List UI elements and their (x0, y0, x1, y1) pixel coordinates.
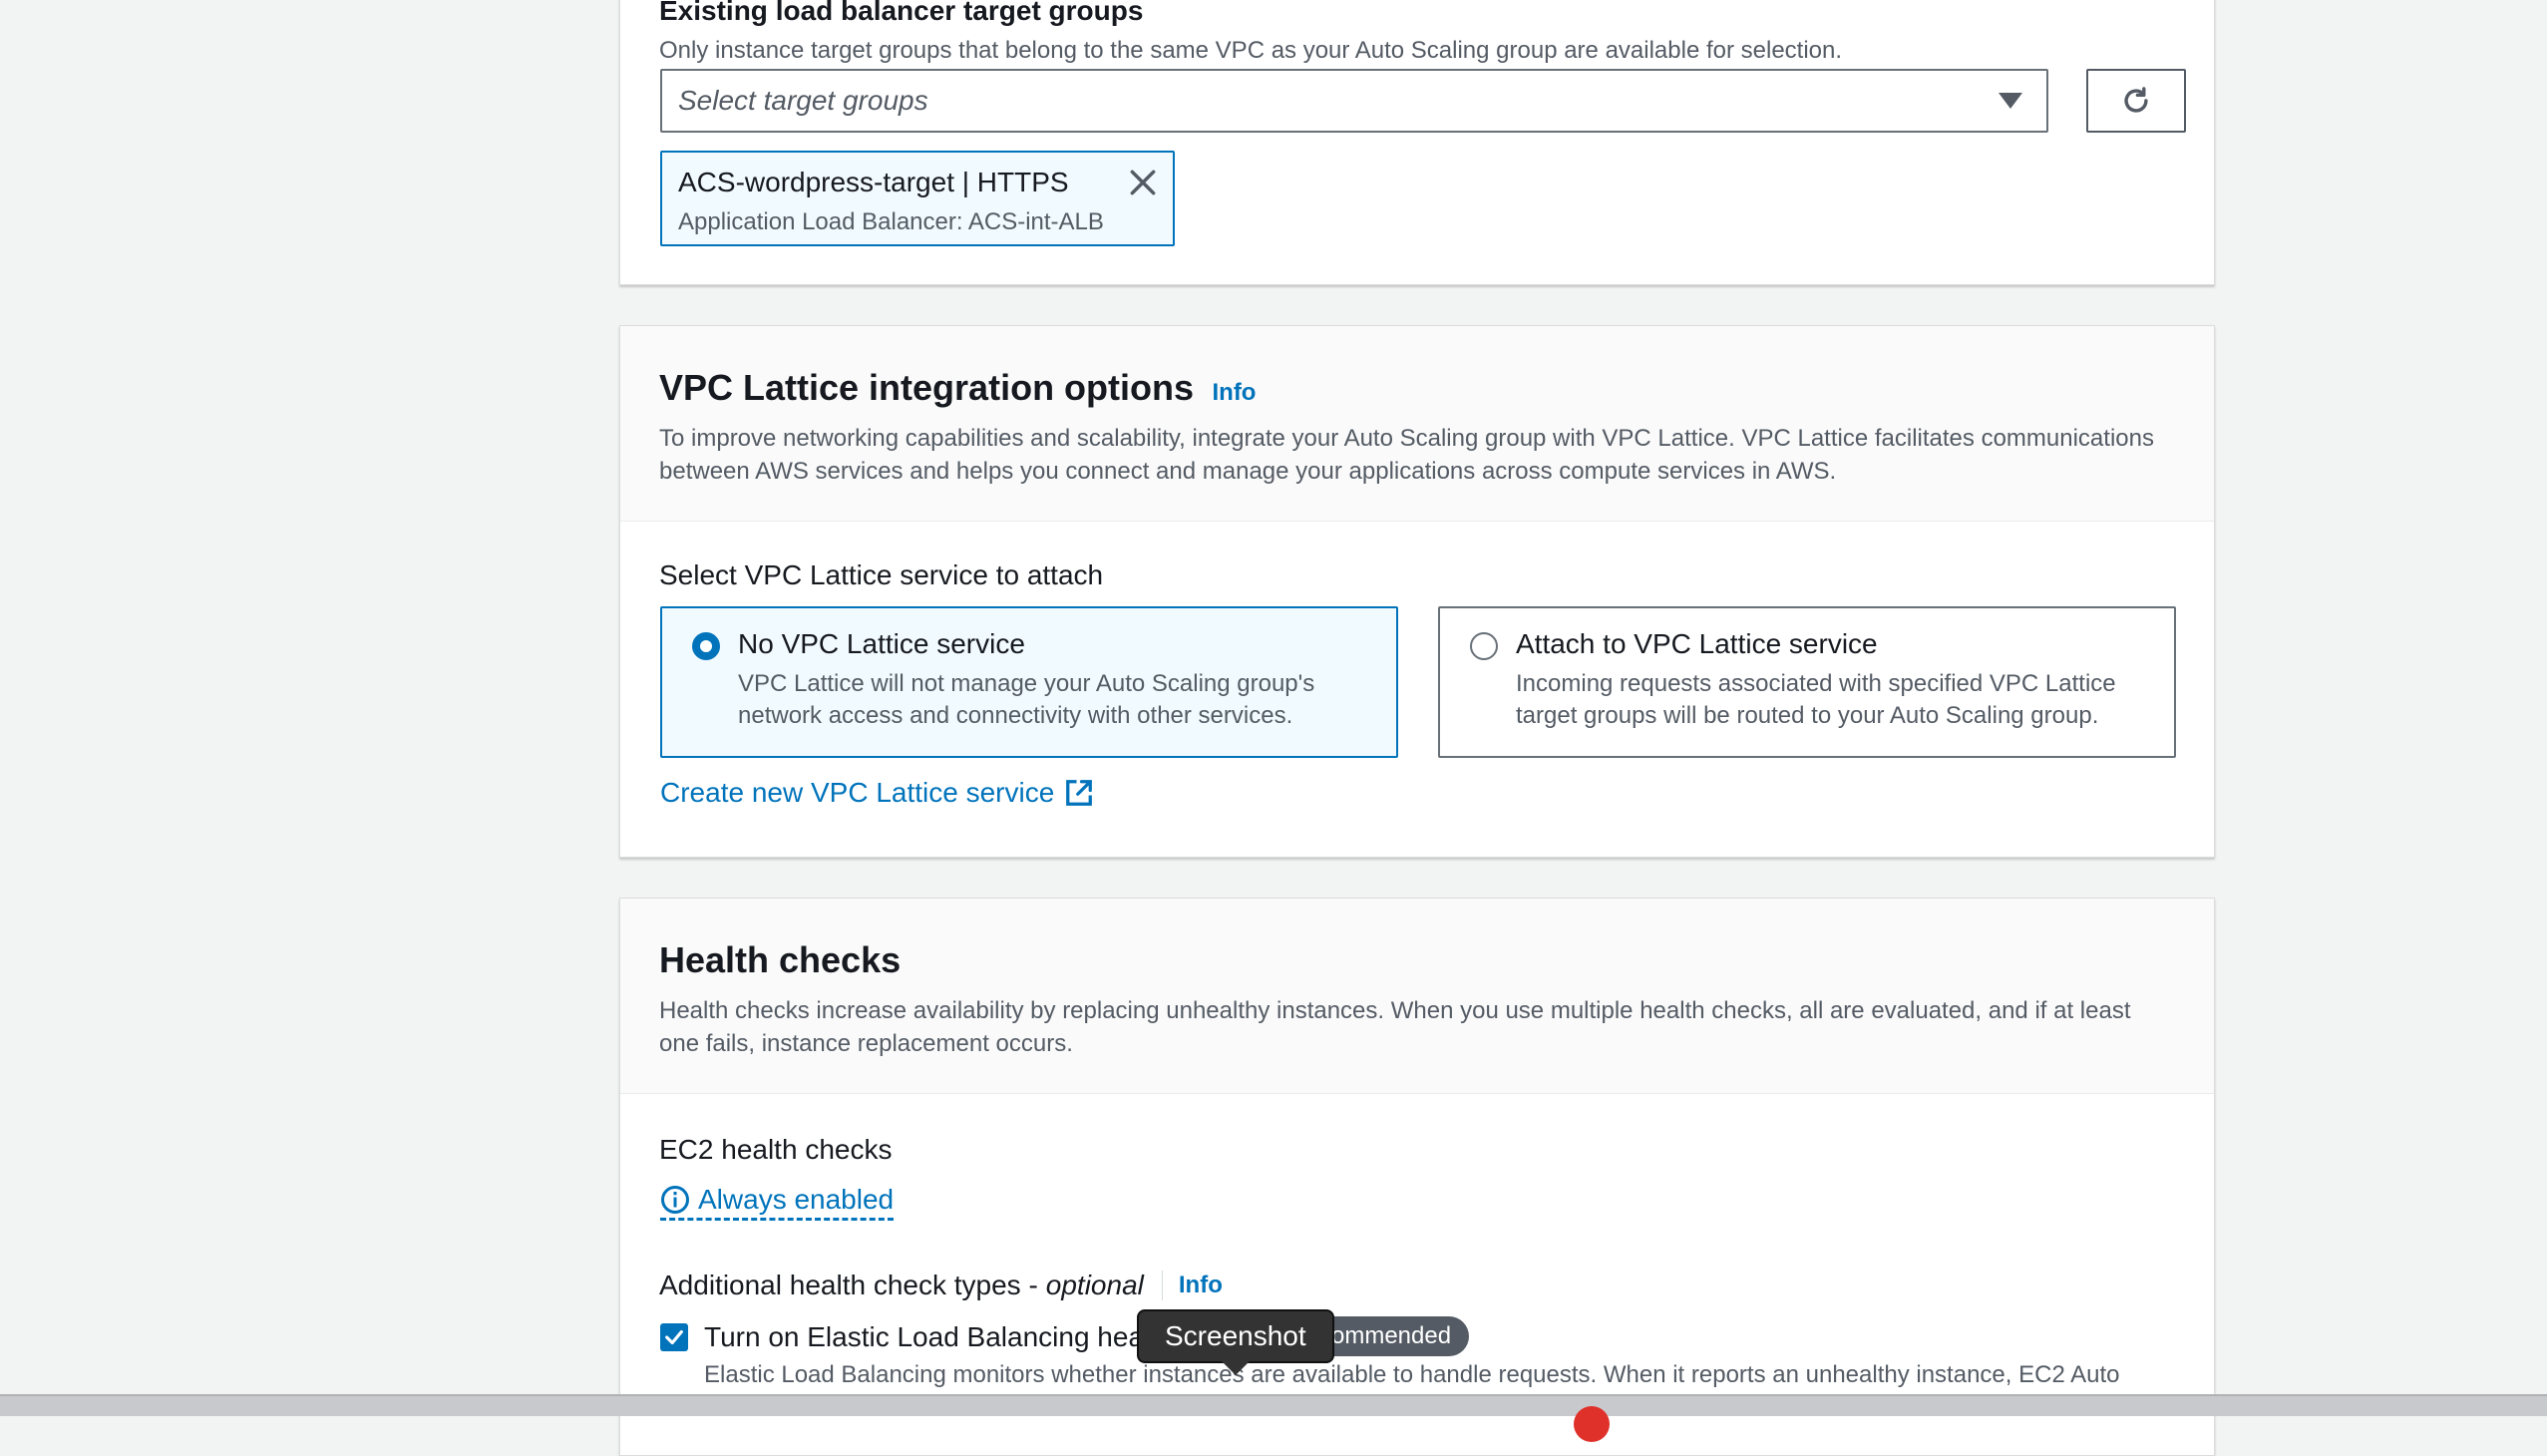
vpc-lattice-info-link[interactable]: Info (1212, 379, 1256, 406)
radio-button[interactable] (1470, 632, 1498, 660)
create-link-label: Create new VPC Lattice service (660, 777, 1055, 808)
health-checks-panel: Health checks Health checks increase ava… (619, 898, 2215, 1456)
token-subtitle: Application Load Balancer: ACS-int-ALB (678, 208, 1104, 235)
elb-checkbox-label: Turn on Elastic Load Balancing hea (704, 1321, 1145, 1352)
additional-label-text: Additional health check types - (659, 1270, 1038, 1300)
always-enabled-popover[interactable]: Always enabled (660, 1184, 895, 1221)
refresh-button[interactable] (2086, 69, 2186, 133)
radio-card-description: VPC Lattice will not manage your Auto Sc… (738, 670, 1315, 729)
info-circle-icon (661, 1186, 689, 1214)
health-checks-title: Health checks (659, 939, 902, 980)
caret-down-icon (1999, 93, 2022, 109)
target-groups-description: Only instance target groups that belong … (659, 37, 1843, 64)
create-lattice-service-link[interactable]: Create new VPC Lattice service (660, 777, 1094, 809)
elb-health-check-row[interactable]: Turn on Elastic Load Balancing hea (660, 1321, 1144, 1353)
always-enabled-text: Always enabled (698, 1184, 895, 1215)
token-title: ACS-wordpress-target | HTTPS (678, 167, 1069, 197)
target-groups-placeholder: Select target groups (678, 85, 928, 116)
radio-button-selected[interactable] (692, 632, 720, 660)
optional-text: optional (1045, 1270, 1144, 1300)
radio-card-title: No VPC Lattice service (738, 628, 1025, 659)
vpc-lattice-panel: VPC Lattice integration options Info To … (619, 325, 2215, 858)
bottom-bar (0, 1394, 2547, 1416)
screenshot-tooltip: Screenshot (1137, 1309, 1334, 1363)
health-checks-header: Health checks Health checks increase ava… (620, 899, 2214, 1094)
elb-checkbox[interactable] (660, 1323, 688, 1351)
vpc-lattice-description: To improve networking capabilities and s… (659, 425, 2154, 485)
elb-description: Elastic Load Balancing monitors whether … (704, 1361, 2120, 1388)
radio-card-title: Attach to VPC Lattice service (1516, 628, 1878, 659)
lattice-select-label: Select VPC Lattice service to attach (659, 559, 1104, 590)
ec2-health-checks-label: EC2 health checks (659, 1134, 893, 1165)
target-groups-select[interactable]: Select target groups (660, 69, 2048, 133)
health-checks-description: Health checks increase availability by r… (659, 997, 2131, 1057)
additional-health-check-label: Additional health check types - optional… (659, 1270, 1223, 1301)
target-groups-panel: Existing load balancer target groups Onl… (619, 0, 2215, 285)
close-icon[interactable] (1127, 167, 1159, 198)
target-groups-title: Existing load balancer target groups (659, 0, 1144, 26)
radio-card-attach-lattice[interactable]: Attach to VPC Lattice service Incoming r… (1438, 606, 2176, 758)
recommended-badge: ommended (1311, 1316, 1470, 1356)
selected-target-group-token: ACS-wordpress-target | HTTPS Application… (660, 151, 1175, 246)
checkmark-icon (665, 1329, 683, 1345)
tooltip-arrow (1222, 1361, 1250, 1375)
refresh-icon (2124, 87, 2148, 113)
health-info-link[interactable]: Info (1179, 1272, 1223, 1299)
vpc-lattice-header: VPC Lattice integration options Info To … (620, 326, 2214, 522)
radio-card-no-lattice[interactable]: No VPC Lattice service VPC Lattice will … (660, 606, 1398, 758)
external-link-icon (1066, 780, 1093, 806)
record-indicator (1574, 1406, 1610, 1442)
vpc-lattice-title: VPC Lattice integration options (659, 367, 1195, 408)
divider (1161, 1271, 1163, 1300)
radio-card-description: Incoming requests associated with specif… (1516, 670, 2116, 729)
